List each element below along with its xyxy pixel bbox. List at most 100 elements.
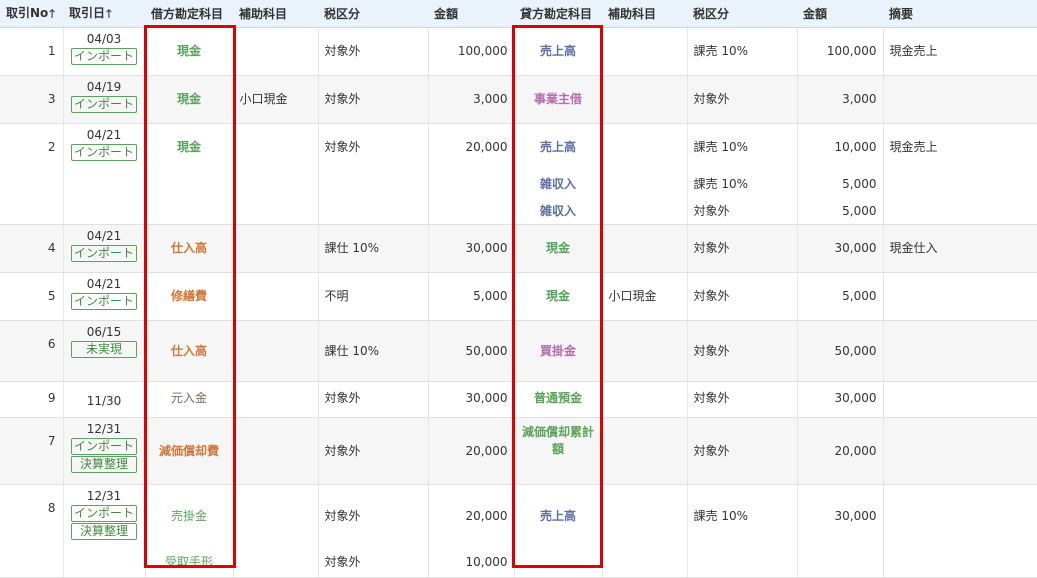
credit-account[interactable]: 雑収入 bbox=[515, 198, 602, 224]
credit-tax-category-cell: 課売 10% bbox=[687, 28, 797, 76]
credit-sub-account bbox=[603, 382, 687, 415]
status-badge[interactable]: 未実現 bbox=[71, 341, 137, 358]
debit-account[interactable]: 現金 bbox=[146, 76, 233, 123]
credit-sub-account bbox=[603, 28, 687, 75]
debit-sub-account bbox=[234, 382, 318, 415]
sort-up-icon[interactable]: 🡑 bbox=[49, 7, 55, 20]
debit-account[interactable]: 受取手形 bbox=[146, 547, 233, 577]
status-badge[interactable]: インポート bbox=[71, 48, 137, 65]
status-badge[interactable]: 決算整理 bbox=[71, 456, 137, 473]
header-credit-tax[interactable]: 税区分 bbox=[687, 0, 797, 28]
credit-tax-category: 対象外 bbox=[688, 198, 797, 224]
debit-amount-cell: 3,000 bbox=[428, 76, 514, 124]
status-badge[interactable]: インポート bbox=[71, 293, 137, 310]
credit-tax-category: 対象外 bbox=[688, 321, 797, 381]
table-row[interactable]: 812/31インポート決算整理売掛金受取手形対象外対象外20,00010,000… bbox=[0, 485, 1037, 578]
debit-account-cell: 仕入高 bbox=[145, 225, 233, 273]
credit-amount: 5,000 bbox=[798, 171, 883, 198]
memo-cell bbox=[883, 76, 1037, 124]
status-badge[interactable]: インポート bbox=[71, 96, 137, 113]
table-row[interactable]: 504/21インポート修繕費不明5,000現金小口現金対象外5,000 bbox=[0, 273, 1037, 321]
header-debit-tax[interactable]: 税区分 bbox=[318, 0, 428, 28]
header-debit-sub[interactable]: 補助科目 bbox=[233, 0, 318, 28]
debit-sub-account bbox=[234, 225, 318, 272]
debit-amount: 20,000 bbox=[429, 418, 514, 484]
credit-sub-account bbox=[603, 171, 687, 198]
debit-account[interactable]: 減価償却費 bbox=[146, 418, 233, 484]
credit-sub-account bbox=[603, 418, 687, 484]
credit-account[interactable]: 現金 bbox=[515, 225, 602, 272]
status-badge[interactable]: 決算整理 bbox=[71, 523, 137, 540]
credit-sub-account bbox=[603, 198, 687, 224]
transaction-date: 04/03 bbox=[64, 32, 145, 47]
credit-sub-account-cell bbox=[602, 76, 687, 124]
debit-account[interactable]: 現金 bbox=[146, 28, 233, 75]
table-row[interactable]: 304/19インポート現金小口現金対象外3,000事業主借対象外3,000 bbox=[0, 76, 1037, 124]
credit-account[interactable]: 買掛金 bbox=[515, 321, 602, 381]
header-credit-sub[interactable]: 補助科目 bbox=[602, 0, 687, 28]
debit-amount-cell: 20,000 bbox=[428, 418, 514, 485]
debit-sub-account bbox=[234, 28, 318, 75]
credit-sub-account-cell bbox=[602, 124, 687, 225]
table-row[interactable]: 404/21インポート仕入高課仕 10%30,000現金対象外30,000現金仕… bbox=[0, 225, 1037, 273]
credit-account[interactable]: 売上高 bbox=[515, 124, 602, 171]
table-row[interactable]: 204/21インポート現金対象外20,000売上高雑収入雑収入課売 10%課売 … bbox=[0, 124, 1037, 225]
credit-account[interactable]: 減価償却累計額 bbox=[515, 418, 602, 484]
debit-tax-category: 対象外 bbox=[319, 28, 428, 75]
header-debit-account[interactable]: 借方勘定科目 bbox=[145, 0, 233, 28]
table-row[interactable]: 104/03インポート現金対象外100,000売上高課売 10%100,000現… bbox=[0, 28, 1037, 76]
credit-tax-category: 課売 10% bbox=[688, 124, 797, 171]
transaction-no: 3 bbox=[0, 76, 56, 123]
debit-sub-account-cell bbox=[233, 225, 318, 273]
header-date-label: 取引日 bbox=[69, 6, 105, 20]
debit-amount: 50,000 bbox=[429, 321, 514, 381]
status-badge[interactable]: インポート bbox=[71, 505, 137, 522]
header-memo[interactable]: 摘要 bbox=[883, 0, 1037, 28]
debit-account[interactable]: 仕入高 bbox=[146, 321, 233, 381]
transaction-date: 12/31 bbox=[64, 489, 145, 504]
debit-account[interactable]: 売掛金 bbox=[146, 485, 233, 547]
credit-account[interactable]: 普通預金 bbox=[515, 382, 602, 415]
status-badge[interactable]: インポート bbox=[71, 144, 137, 161]
debit-account[interactable]: 仕入高 bbox=[146, 225, 233, 272]
memo bbox=[884, 76, 1037, 123]
transaction-no-cell: 5 bbox=[0, 273, 63, 321]
debit-account[interactable]: 現金 bbox=[146, 124, 233, 171]
header-date[interactable]: 取引日🡑 bbox=[63, 0, 145, 28]
credit-account-cell: 普通預金 bbox=[514, 382, 602, 418]
transaction-date-cell: 04/21インポート bbox=[63, 124, 145, 225]
header-debit-amount[interactable]: 金額 bbox=[428, 0, 514, 28]
debit-account-cell: 現金 bbox=[145, 28, 233, 76]
status-badge[interactable]: インポート bbox=[71, 245, 137, 262]
transaction-date: 06/15 bbox=[64, 325, 145, 340]
header-credit-amount[interactable]: 金額 bbox=[797, 0, 883, 28]
status-badge[interactable]: インポート bbox=[71, 438, 137, 455]
transaction-date-cell: 06/15未実現 bbox=[63, 321, 145, 382]
credit-account[interactable]: 売上高 bbox=[515, 485, 602, 547]
credit-amount: 5,000 bbox=[798, 273, 883, 320]
credit-tax-category: 対象外 bbox=[688, 225, 797, 272]
memo-cell bbox=[883, 321, 1037, 382]
debit-sub-account bbox=[234, 321, 318, 381]
credit-account[interactable]: 売上高 bbox=[515, 28, 602, 75]
sort-up-icon[interactable]: 🡑 bbox=[106, 7, 112, 20]
debit-sub-account-cell bbox=[233, 28, 318, 76]
credit-sub-account bbox=[603, 485, 687, 547]
debit-sub-account bbox=[234, 485, 318, 547]
debit-amount-cell: 20,00010,000 bbox=[428, 485, 514, 578]
credit-account[interactable]: 現金 bbox=[515, 273, 602, 320]
credit-account[interactable]: 事業主借 bbox=[515, 76, 602, 123]
transaction-no: 7 bbox=[0, 418, 56, 465]
memo bbox=[884, 418, 1037, 465]
table-row[interactable]: 712/31インポート決算整理減価償却費対象外20,000減価償却累計額対象外2… bbox=[0, 418, 1037, 485]
header-no[interactable]: 取引No🡑 bbox=[0, 0, 63, 28]
memo-cell bbox=[883, 273, 1037, 321]
credit-account[interactable]: 雑収入 bbox=[515, 171, 602, 198]
table-row[interactable]: 606/15未実現仕入高課仕 10%50,000買掛金対象外50,000 bbox=[0, 321, 1037, 382]
header-credit-account[interactable]: 貸方勘定科目 bbox=[514, 0, 602, 28]
debit-account[interactable]: 元入金 bbox=[146, 382, 233, 415]
credit-amount-cell: 30,000 bbox=[797, 225, 883, 273]
memo bbox=[884, 485, 1037, 532]
debit-account[interactable]: 修繕費 bbox=[146, 273, 233, 320]
table-row[interactable]: 911/30元入金対象外30,000普通預金対象外30,000 bbox=[0, 382, 1037, 418]
